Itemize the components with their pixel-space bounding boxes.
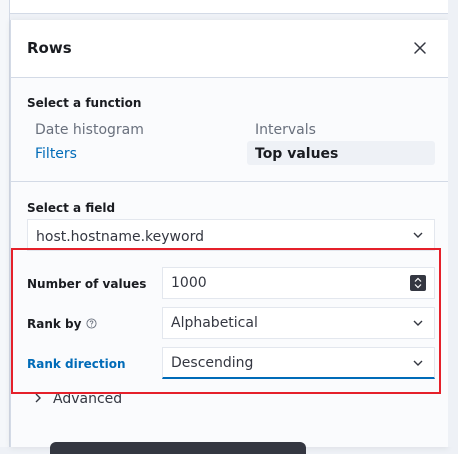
rank-direction-value: Descending	[171, 354, 254, 371]
field-select-value: host.hostname.keyword	[36, 229, 204, 245]
rank-by-label-text: Rank by	[27, 317, 82, 331]
number-stepper[interactable]	[410, 275, 426, 291]
select-field-label: Select a field	[27, 201, 116, 215]
chevron-down-icon	[413, 232, 423, 238]
function-option-intervals[interactable]: Intervals	[255, 122, 316, 138]
background-top-bar	[10, 0, 448, 14]
flyout-title: Rows	[27, 39, 72, 57]
rank-by-value: Alphabetical	[171, 315, 258, 331]
chevron-down-icon	[413, 320, 423, 326]
function-option-top-values[interactable]: Top values	[255, 146, 338, 162]
rank-direction-select[interactable]: Descending	[162, 347, 435, 379]
bottom-button[interactable]	[50, 442, 306, 454]
rows-flyout-panel: Rows Select a function Date histogram In…	[10, 20, 448, 447]
chevron-right-icon	[35, 393, 41, 403]
number-of-values-input[interactable]: 1000	[162, 267, 435, 299]
function-option-date-histogram[interactable]: Date histogram	[35, 122, 144, 138]
close-icon[interactable]	[410, 38, 430, 58]
stepper-arrows-icon	[414, 277, 422, 289]
field-select[interactable]: host.hostname.keyword	[27, 219, 435, 251]
chevron-down-icon	[413, 360, 423, 366]
rank-by-label: Rank by	[27, 317, 97, 331]
function-option-filters[interactable]: Filters	[35, 146, 77, 162]
advanced-label: Advanced	[53, 391, 123, 407]
select-function-label: Select a function	[27, 96, 142, 110]
rank-by-select[interactable]: Alphabetical	[162, 307, 435, 339]
flyout-header: Rows	[11, 20, 448, 78]
advanced-toggle[interactable]: Advanced	[33, 391, 122, 407]
background-left-strip	[0, 0, 10, 447]
number-of-values-label: Number of values	[27, 277, 147, 291]
number-of-values-value: 1000	[171, 275, 207, 291]
background-right-strip	[448, 0, 458, 447]
help-icon[interactable]	[86, 318, 97, 329]
rank-direction-label: Rank direction	[27, 357, 126, 371]
